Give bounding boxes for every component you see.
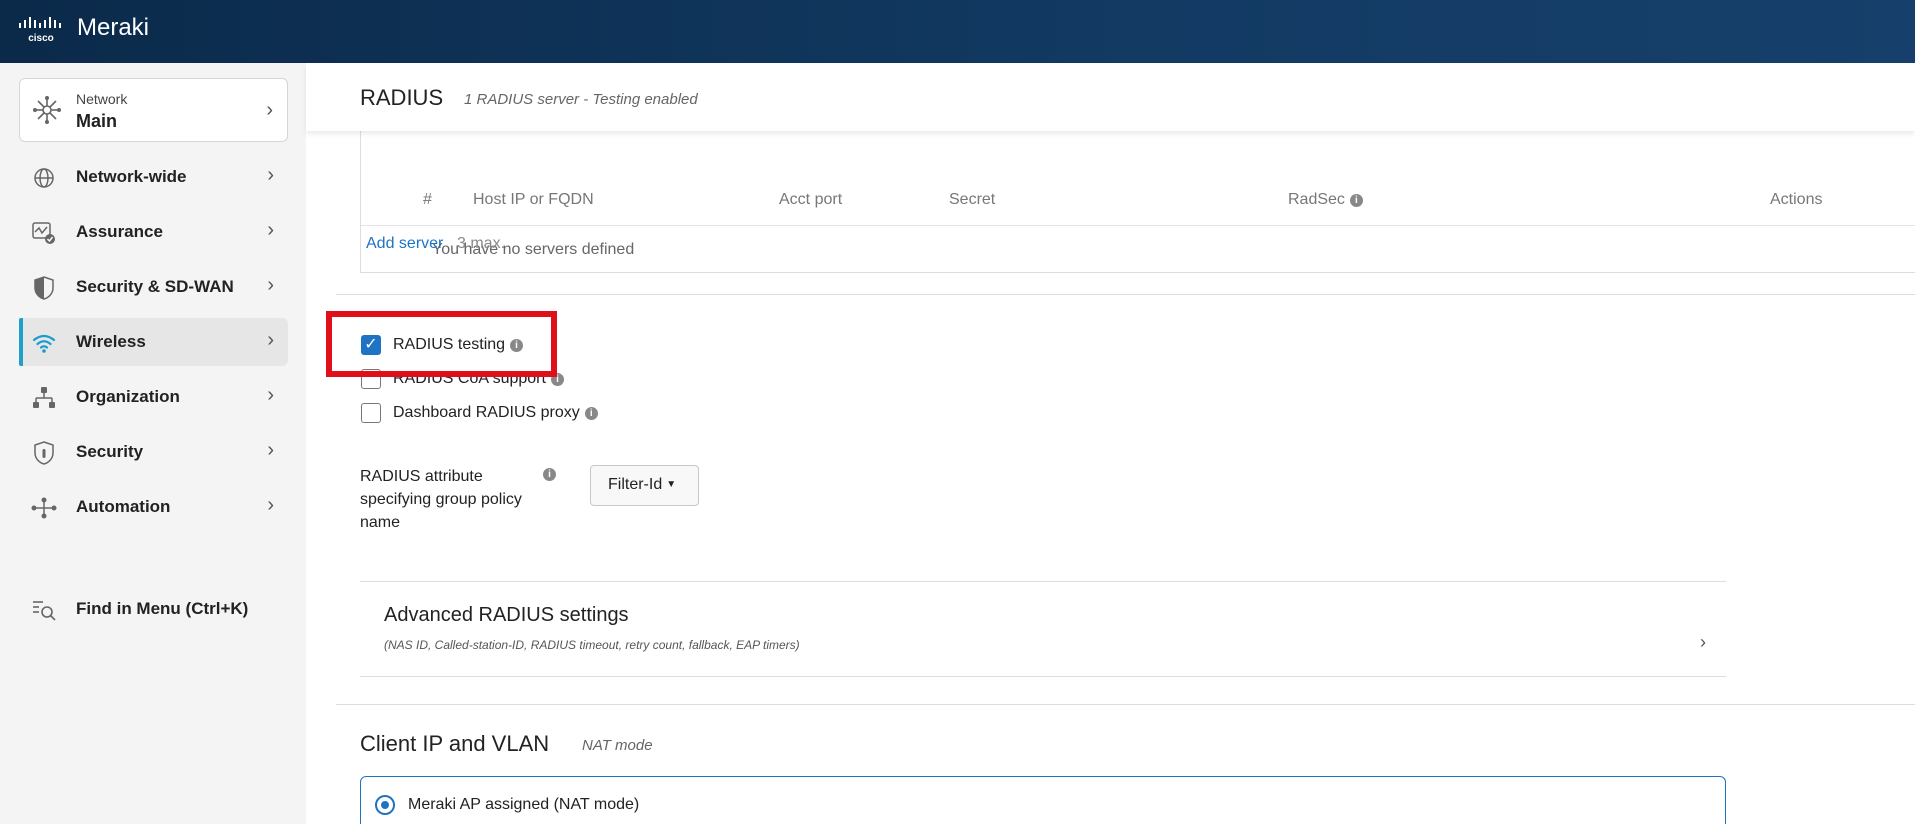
network-wide-icon — [34, 168, 54, 188]
sidebar-item-organization[interactable]: Organization › — [19, 373, 288, 421]
dashboard-radius-proxy-checkbox[interactable] — [361, 403, 381, 423]
sidebar-item-assurance[interactable]: Assurance › — [19, 208, 288, 256]
radius-testing-checkbox[interactable]: ✓ — [361, 335, 381, 355]
column-header-number: # — [423, 191, 432, 208]
network-name: Main — [76, 111, 118, 131]
brand-name: Meraki — [77, 14, 150, 41]
advanced-radius-settings[interactable]: Advanced RADIUS settings (NAS ID, Called… — [360, 581, 1726, 677]
nat-mode-option[interactable]: Meraki AP assigned (NAT mode) — [360, 776, 1726, 824]
chevron-right-icon: › — [267, 384, 274, 406]
sidebar-item-network-wide[interactable]: Network-wide › — [19, 153, 288, 201]
info-icon[interactable]: i — [543, 468, 556, 481]
group-policy-attribute-dropdown[interactable]: Filter-Id ▼ — [590, 465, 699, 506]
find-in-menu-label: Find in Menu (Ctrl+K) — [76, 599, 249, 618]
info-icon[interactable]: i — [584, 407, 598, 420]
radius-subtitle: 1 RADIUS server - Testing enabled — [464, 91, 698, 108]
sidebar-item-automation[interactable]: Automation › — [19, 483, 288, 531]
radius-title: RADIUS — [360, 85, 444, 110]
sidebar-item-security[interactable]: Security › — [19, 428, 288, 476]
radius-coa-label: RADIUS CoA support i — [393, 370, 564, 388]
table-divider — [361, 225, 1915, 226]
sidebar-item-label: Wireless — [76, 332, 146, 351]
client-ip-vlan-subtitle: NAT mode — [582, 737, 653, 754]
radius-section-header: RADIUS 1 RADIUS server - Testing enabled — [306, 63, 1915, 131]
client-ip-vlan-title: Client IP and VLAN — [360, 731, 550, 756]
nat-mode-label: Meraki AP assigned (NAT mode) — [408, 796, 640, 813]
nat-mode-radio[interactable] — [375, 795, 395, 815]
find-menu-icon — [33, 601, 56, 621]
chevron-right-icon: › — [267, 164, 274, 186]
info-icon[interactable]: i — [1349, 194, 1363, 207]
section-divider — [336, 704, 1915, 705]
wifi-icon — [32, 334, 56, 353]
organization-icon — [33, 387, 55, 408]
column-header-acct-port: Acct port — [779, 191, 843, 208]
network-label: Network — [76, 91, 128, 107]
radius-attribute-label: RADIUS attribute specifying group policy… — [360, 468, 522, 531]
chevron-right-icon: › — [266, 99, 273, 121]
caret-down-icon: ▼ — [666, 479, 677, 490]
network-selector[interactable]: Network Main › — [19, 78, 288, 142]
sidebar-item-label: Security & SD-WAN — [76, 277, 234, 296]
sidebar-item-security-sd-wan[interactable]: Security & SD-WAN › — [19, 263, 288, 311]
chevron-right-icon: › — [1700, 632, 1706, 652]
column-header-actions: Actions — [1770, 191, 1823, 208]
advanced-radius-subtitle: (NAS ID, Called-station-ID, RADIUS timeo… — [384, 638, 800, 652]
security-shield-icon — [34, 441, 54, 465]
shield-half-icon — [34, 276, 54, 300]
add-server-link[interactable]: Add server — [366, 235, 443, 253]
sidebar: Network Main › Network-wide › Assurance … — [0, 63, 306, 824]
network-icon — [33, 96, 61, 124]
chevron-right-icon: › — [267, 274, 274, 296]
info-icon[interactable]: i — [550, 373, 564, 386]
chevron-right-icon: › — [267, 494, 274, 516]
radius-coa-checkbox[interactable] — [361, 369, 381, 389]
advanced-radius-title: Advanced RADIUS settings — [384, 604, 629, 626]
column-header-host: Host IP or FQDN — [473, 191, 594, 208]
sidebar-item-label: Organization — [76, 387, 180, 406]
sidebar-item-wireless[interactable]: Wireless › — [19, 318, 288, 366]
chevron-right-icon: › — [267, 219, 274, 241]
automation-icon — [31, 497, 57, 519]
top-bar: cisco Meraki — [0, 0, 1915, 63]
column-header-secret: Secret — [949, 191, 996, 208]
info-icon[interactable]: i — [510, 339, 524, 352]
section-divider — [336, 294, 1915, 295]
column-header-radsec: RadSec i — [1288, 191, 1363, 209]
max-servers-note: 3 max. — [457, 235, 506, 252]
cisco-logo[interactable]: cisco — [18, 14, 64, 44]
sidebar-item-label: Assurance — [76, 222, 163, 241]
dashboard-radius-proxy-label: Dashboard RADIUS proxy i — [393, 404, 598, 422]
radius-testing-label: RADIUS testing i — [393, 336, 524, 354]
radius-server-table: # Host IP or FQDN Acct port Secret RadSe… — [360, 131, 1915, 273]
sidebar-item-label: Automation — [76, 497, 171, 516]
chevron-right-icon: › — [267, 439, 274, 461]
assurance-icon — [32, 222, 55, 244]
main-content: RADIUS 1 RADIUS server - Testing enabled… — [306, 63, 1915, 824]
sidebar-item-label: Security — [76, 442, 144, 461]
svg-text:cisco: cisco — [28, 33, 54, 44]
chevron-right-icon: › — [267, 329, 274, 351]
find-in-menu[interactable]: Find in Menu (Ctrl+K) — [19, 585, 288, 633]
sidebar-item-label: Network-wide — [76, 167, 187, 186]
